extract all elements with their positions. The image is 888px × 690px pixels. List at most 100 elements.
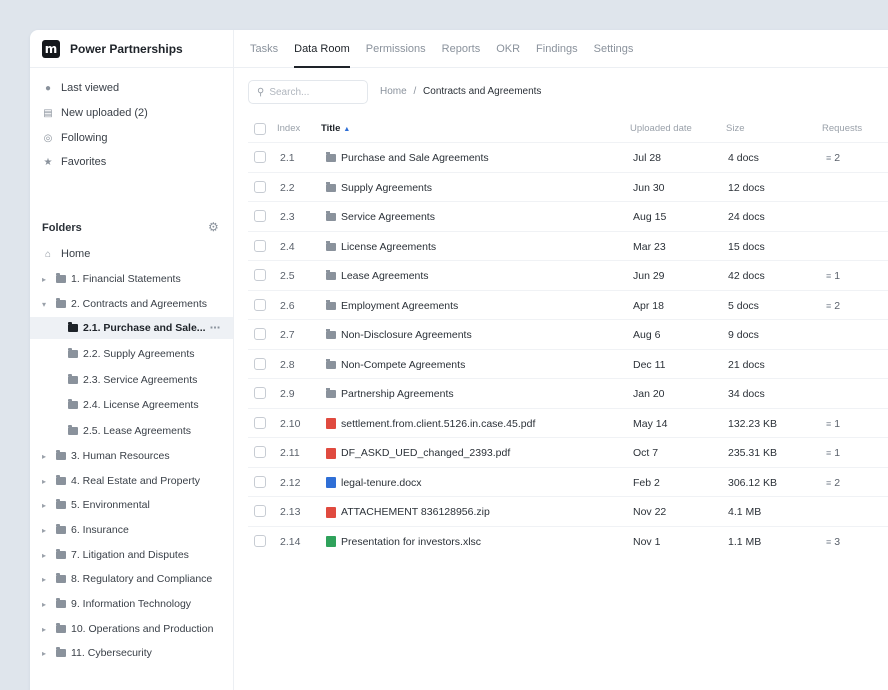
tab-findings[interactable]: Findings <box>536 30 578 68</box>
tree-item-real-estate[interactable]: ▸ 4. Real Estate and Property <box>42 471 200 491</box>
sidebar-item-new-uploaded[interactable]: ▤ New uploaded (2) <box>42 107 148 119</box>
row-checkbox[interactable] <box>254 387 266 399</box>
chevron-right-icon[interactable]: ▸ <box>42 477 52 486</box>
tree-item-cybersecurity[interactable]: ▸ 11. Cybersecurity <box>42 643 152 663</box>
more-icon[interactable]: ⋯ <box>210 322 221 334</box>
row-requests[interactable]: ≡ 2 <box>826 152 840 164</box>
column-header-index[interactable]: Index <box>277 123 300 134</box>
tab-tasks[interactable]: Tasks <box>250 30 278 68</box>
chevron-right-icon[interactable]: ▸ <box>42 649 52 658</box>
chevron-right-icon[interactable]: ▸ <box>42 501 52 510</box>
brand[interactable]: m Power Partnerships <box>42 40 183 58</box>
table-row[interactable]: 2.12 legal-tenure.docx Feb 2 306.12 KB ≡ 2 <box>248 466 888 497</box>
row-checkbox[interactable] <box>254 298 266 311</box>
tree-item-human-resources[interactable]: ▸ 3. Human Resources <box>42 446 170 466</box>
row-checkbox[interactable] <box>254 269 266 281</box>
row-checkbox[interactable] <box>254 505 266 517</box>
row-title[interactable]: License Agreements <box>326 240 436 253</box>
column-header-uploaded[interactable]: Uploaded date <box>630 123 692 134</box>
chevron-right-icon[interactable]: ▸ <box>42 526 52 535</box>
table-row[interactable]: 2.4 License Agreements Mar 23 15 docs <box>248 230 888 261</box>
row-title[interactable]: Purchase and Sale Agreements <box>326 152 489 164</box>
sidebar-item-home[interactable]: ⌂ Home <box>42 248 90 260</box>
tree-item-lease[interactable]: 2.5. Lease Agreements <box>68 421 191 441</box>
chevron-down-icon[interactable]: ▾ <box>42 300 52 309</box>
row-requests[interactable]: ≡ 2 <box>826 477 840 489</box>
row-requests[interactable]: ≡ 2 <box>826 300 840 312</box>
row-requests[interactable]: ≡ 1 <box>826 270 840 282</box>
row-title[interactable]: ATTACHEMENT 836128956.zip <box>326 506 490 518</box>
row-title[interactable]: legal-tenure.docx <box>326 477 422 489</box>
tab-permissions[interactable]: Permissions <box>366 30 426 68</box>
tab-okr[interactable]: OKR <box>496 30 520 68</box>
table-row[interactable]: 2.3 Service Agreements Aug 15 24 docs <box>248 201 888 231</box>
column-header-title[interactable]: Title ▲ <box>321 123 350 134</box>
gear-icon[interactable]: ⚙ <box>208 220 219 234</box>
row-checkbox[interactable] <box>254 239 266 252</box>
chevron-right-icon[interactable]: ▸ <box>42 575 52 584</box>
table-row[interactable]: 2.2 Supply Agreements Jun 30 12 docs <box>248 171 888 202</box>
chevron-right-icon[interactable]: ▸ <box>42 551 52 560</box>
row-title[interactable]: Employment Agreements <box>326 299 458 312</box>
table-row[interactable]: 2.6 Employment Agreements Apr 18 5 docs ≡ 2 <box>248 289 888 320</box>
table-row[interactable]: 2.14 Presentation for investors.xlsc Nov 1… <box>248 525 888 556</box>
row-title[interactable]: settlement.from.client.5126.in.case.45.p… <box>326 418 535 430</box>
row-checkbox[interactable] <box>254 475 266 488</box>
table-row[interactable]: 2.1 Purchase and Sale Agreements Jul 28 4 d… <box>248 142 888 172</box>
tree-item-environmental[interactable]: ▸ 5. Environmental <box>42 495 150 515</box>
sidebar-item-following[interactable]: ◎ Following <box>42 132 108 144</box>
table-row[interactable]: 2.5 Lease Agreements Jun 29 42 docs ≡ 1 <box>248 260 888 290</box>
tree-item-contracts[interactable]: ▾ 2. Contracts and Agreements <box>42 294 207 314</box>
tree-item-financial-statements[interactable]: ▸ 1. Financial Statements <box>42 269 181 289</box>
row-title[interactable]: Non-Disclosure Agreements <box>326 329 472 341</box>
chevron-right-icon[interactable]: ▸ <box>42 275 52 284</box>
row-title[interactable]: Non-Compete Agreements <box>326 358 465 371</box>
chevron-right-icon[interactable]: ▸ <box>42 600 52 609</box>
row-checkbox[interactable] <box>254 416 266 429</box>
tree-item-operations[interactable]: ▸ 10. Operations and Production <box>42 619 213 639</box>
table-row[interactable]: 2.10 settlement.from.client.5126.in.case.… <box>248 407 888 438</box>
chevron-right-icon[interactable]: ▸ <box>42 625 52 634</box>
tab-settings[interactable]: Settings <box>594 30 634 68</box>
table-row[interactable]: 2.11 DF_ASKD_UED_changed_2393.pdf Oct 7 235… <box>248 437 888 467</box>
tree-item-purchase-sale[interactable]: 2.1. Purchase and Sale... ⋯ <box>68 318 220 338</box>
row-requests[interactable]: ≡ 3 <box>826 536 840 548</box>
row-checkbox[interactable] <box>254 210 266 222</box>
tree-item-information-technology[interactable]: ▸ 9. Information Technology <box>42 594 191 614</box>
row-title[interactable]: Service Agreements <box>326 211 435 223</box>
table-row[interactable]: 2.8 Non-Compete Agreements Dec 11 21 docs <box>248 348 888 379</box>
tree-item-supply[interactable]: 2.2. Supply Agreements <box>68 344 195 364</box>
column-header-requests[interactable]: Requests <box>822 123 862 134</box>
row-checkbox[interactable] <box>254 534 266 547</box>
select-all-checkbox[interactable] <box>254 123 266 135</box>
tab-reports[interactable]: Reports <box>442 30 481 68</box>
sidebar-item-favorites[interactable]: ★ Favorites <box>42 156 107 168</box>
row-title[interactable]: DF_ASKD_UED_changed_2393.pdf <box>326 447 510 459</box>
row-requests[interactable]: ≡ 1 <box>826 447 840 459</box>
tree-item-regulatory[interactable]: ▸ 8. Regulatory and Compliance <box>42 569 212 589</box>
row-title[interactable]: Supply Agreements <box>326 181 432 194</box>
table-row[interactable]: 2.13 ATTACHEMENT 836128956.zip Nov 22 4.1 M… <box>248 496 888 526</box>
row-requests[interactable]: ≡ 1 <box>826 418 840 430</box>
row-checkbox[interactable] <box>254 446 266 458</box>
tree-item-litigation[interactable]: ▸ 7. Litigation and Disputes <box>42 545 189 565</box>
chevron-right-icon[interactable]: ▸ <box>42 452 52 461</box>
tab-data-room[interactable]: Data Room <box>294 30 350 68</box>
search-input[interactable] <box>269 86 360 98</box>
tree-item-insurance[interactable]: ▸ 6. Insurance <box>42 520 129 540</box>
tree-item-service[interactable]: 2.3. Service Agreements <box>68 370 197 390</box>
sidebar-item-last-viewed[interactable]: ● Last viewed <box>42 82 119 94</box>
row-title[interactable]: Lease Agreements <box>326 270 429 282</box>
table-row[interactable]: 2.9 Partnership Agreements Jan 20 34 docs <box>248 378 888 408</box>
row-title[interactable]: Presentation for investors.xlsc <box>326 536 481 548</box>
tree-item-license[interactable]: 2.4. License Agreements <box>68 395 199 415</box>
row-checkbox[interactable] <box>254 328 266 340</box>
row-checkbox[interactable] <box>254 357 266 370</box>
row-title[interactable]: Partnership Agreements <box>326 388 454 400</box>
table-row[interactable]: 2.7 Non-Disclosure Agreements Aug 6 9 docs <box>248 319 888 349</box>
search-box[interactable]: ⚲ <box>248 80 368 104</box>
row-checkbox[interactable] <box>254 151 266 163</box>
row-checkbox[interactable] <box>254 180 266 193</box>
breadcrumb-home[interactable]: Home <box>380 86 407 97</box>
column-header-size[interactable]: Size <box>726 123 744 134</box>
